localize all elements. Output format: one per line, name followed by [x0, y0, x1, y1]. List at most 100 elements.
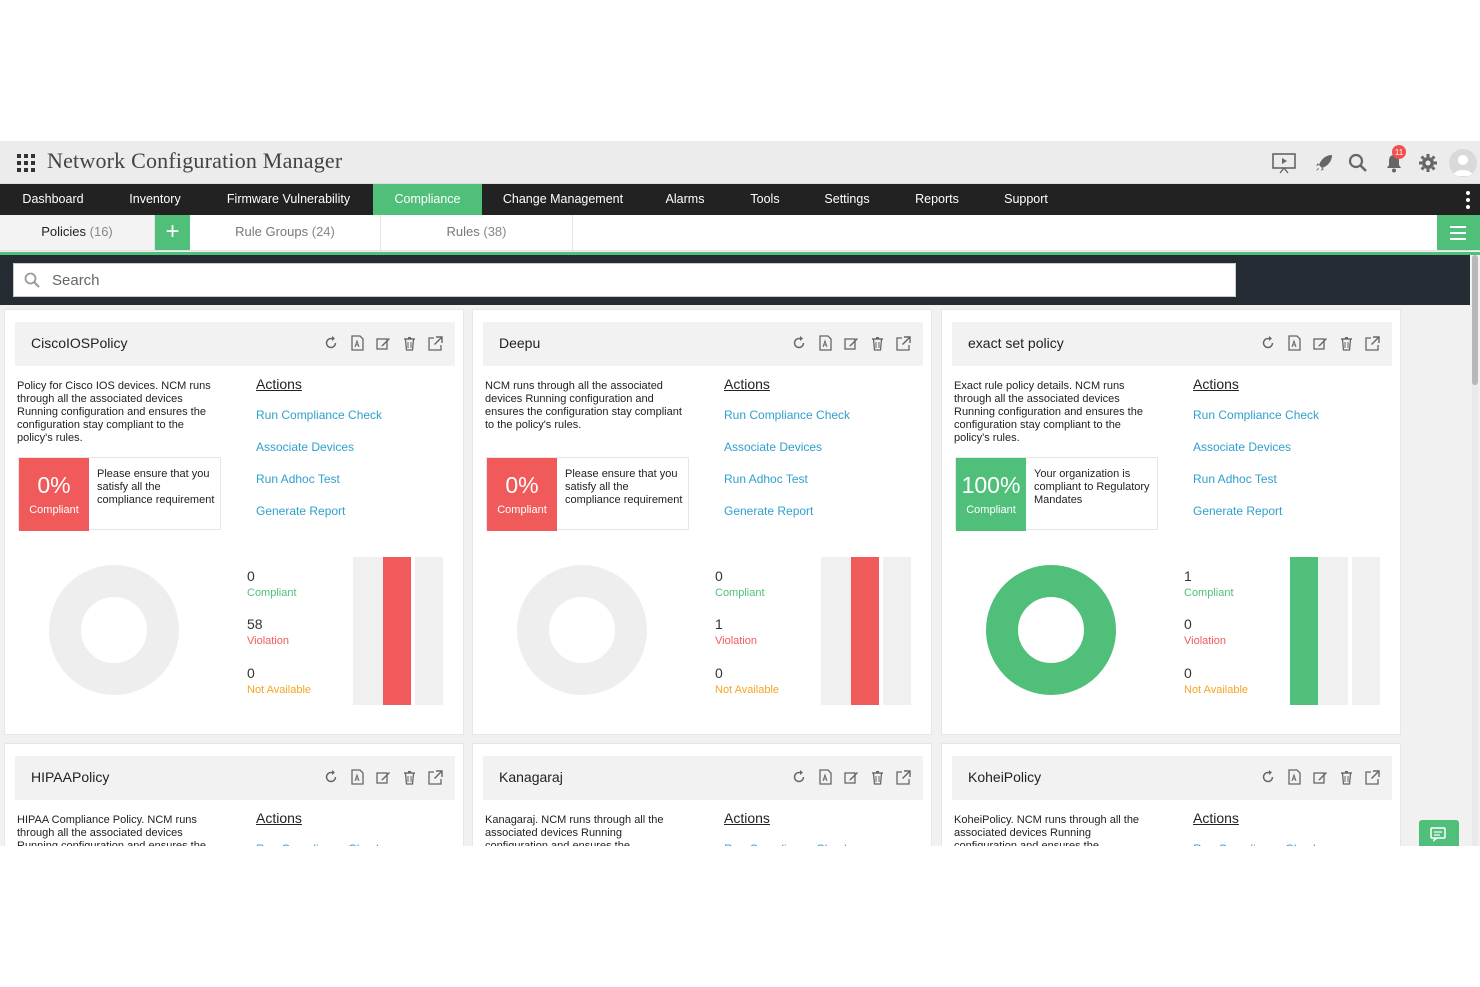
tab-rule-groups-count: (24) [311, 224, 335, 239]
refresh-icon[interactable] [323, 768, 339, 786]
edit-icon[interactable] [375, 334, 391, 352]
gear-icon[interactable] [1416, 151, 1440, 175]
delete-icon[interactable] [869, 768, 885, 786]
app-grid-icon[interactable] [17, 154, 35, 172]
policy-name[interactable]: Kanagaraj [499, 769, 563, 785]
generate-report-link[interactable]: Generate Report [256, 504, 345, 518]
pdf-icon[interactable] [817, 768, 833, 786]
delete-icon[interactable] [1338, 768, 1354, 786]
scrollbar-thumb[interactable] [1472, 255, 1478, 385]
run-compliance-check-link[interactable]: Run Compliance Check [1193, 408, 1319, 422]
run-adhoc-test-link[interactable]: Run Adhoc Test [256, 472, 340, 486]
nav-tools[interactable]: Tools [726, 184, 804, 215]
policy-name[interactable]: KoheiPolicy [968, 769, 1041, 785]
search-icon[interactable] [1346, 151, 1370, 175]
nav-compliance[interactable]: Compliance [373, 184, 482, 215]
open-external-icon[interactable] [895, 768, 911, 786]
refresh-icon[interactable] [1260, 334, 1276, 352]
add-policy-button[interactable]: + [155, 215, 190, 250]
generate-report-link[interactable]: Generate Report [1193, 504, 1282, 518]
pdf-icon[interactable] [1286, 768, 1302, 786]
bell-icon[interactable]: 11 [1382, 145, 1406, 175]
edit-icon[interactable] [843, 768, 859, 786]
hamburger-menu-icon[interactable] [1437, 215, 1480, 250]
app-window: Network Configuration Manager 11 Dashboa… [0, 141, 1480, 846]
compliant-label: Compliant [715, 587, 765, 599]
open-external-icon[interactable] [895, 334, 911, 352]
associate-devices-link[interactable]: Associate Devices [1193, 440, 1291, 454]
delete-icon[interactable] [1338, 334, 1354, 352]
policy-name[interactable]: Deepu [499, 335, 540, 351]
edit-icon[interactable] [843, 334, 859, 352]
edit-icon[interactable] [375, 768, 391, 786]
main-nav: Dashboard Inventory Firmware Vulnerabili… [0, 184, 1480, 215]
compliance-bar-chart [353, 557, 443, 705]
pdf-icon[interactable] [349, 334, 365, 352]
run-adhoc-test-link[interactable]: Run Adhoc Test [1193, 472, 1277, 486]
rocket-icon[interactable] [1312, 151, 1336, 175]
title-bar: Network Configuration Manager 11 [0, 141, 1480, 184]
tab-policies[interactable]: Policies (16) [0, 215, 155, 250]
policy-toolbar [323, 334, 443, 354]
open-external-icon[interactable] [427, 768, 443, 786]
pdf-icon[interactable] [1286, 334, 1302, 352]
refresh-icon[interactable] [323, 334, 339, 352]
page-scrollbar[interactable] [1472, 255, 1478, 846]
nav-dashboard[interactable]: Dashboard [0, 184, 106, 215]
delete-icon[interactable] [401, 334, 417, 352]
search-input[interactable] [52, 264, 1222, 296]
run-compliance-check-link[interactable]: Run Compliance Check [724, 408, 850, 422]
tab-rules-label: Rules [446, 224, 480, 239]
presentation-icon[interactable] [1272, 151, 1296, 175]
tab-rule-groups[interactable]: Rule Groups (24) [190, 215, 381, 250]
compliance-label: Compliant [966, 504, 1016, 516]
associate-devices-link[interactable]: Associate Devices [256, 440, 354, 454]
open-external-icon[interactable] [1364, 768, 1380, 786]
nav-settings[interactable]: Settings [804, 184, 890, 215]
more-menu-icon[interactable] [1466, 191, 1470, 209]
open-external-icon[interactable] [1364, 334, 1380, 352]
policy-name[interactable]: exact set policy [968, 335, 1064, 351]
refresh-icon[interactable] [791, 334, 807, 352]
policy-name[interactable]: HIPAAPolicy [31, 769, 109, 785]
policy-toolbar [1260, 334, 1380, 354]
run-compliance-check-link[interactable]: Run Compliance Check [256, 408, 382, 422]
generate-report-link[interactable]: Generate Report [724, 504, 813, 518]
edit-icon[interactable] [1312, 768, 1328, 786]
compliance-bar-chart [1290, 557, 1380, 705]
violation-count: 1 [715, 616, 723, 632]
policy-description: HIPAA Compliance Policy. NCM runs throug… [17, 814, 206, 846]
open-external-icon[interactable] [427, 334, 443, 352]
chat-icon[interactable] [1419, 820, 1459, 846]
nav-reports[interactable]: Reports [890, 184, 984, 215]
run-compliance-check-link[interactable]: Run Compliance Check [724, 842, 850, 846]
nav-support[interactable]: Support [984, 184, 1068, 215]
compliance-status: 100% Compliant Your organization is comp… [955, 457, 1158, 531]
refresh-icon[interactable] [1260, 768, 1276, 786]
policy-name[interactable]: CiscoIOSPolicy [31, 335, 127, 351]
policy-toolbar [1260, 768, 1380, 788]
edit-icon[interactable] [1312, 334, 1328, 352]
nav-inventory[interactable]: Inventory [106, 184, 204, 215]
run-compliance-check-link[interactable]: Run Compliance Check [1193, 842, 1319, 846]
actions-heading: Actions [1193, 376, 1239, 392]
delete-icon[interactable] [869, 334, 885, 352]
run-adhoc-test-link[interactable]: Run Adhoc Test [724, 472, 808, 486]
compliant-count: 0 [247, 568, 255, 584]
nav-firmware-vulnerability[interactable]: Firmware Vulnerability [204, 184, 373, 215]
run-compliance-check-link[interactable]: Run Compliance Check [256, 842, 382, 846]
delete-icon[interactable] [401, 768, 417, 786]
pdf-icon[interactable] [349, 768, 365, 786]
policy-description: KoheiPolicy. NCM runs through all the as… [954, 814, 1140, 846]
tab-rules[interactable]: Rules (38) [381, 215, 573, 250]
policy-description: Exact rule policy details. NCM runs thro… [954, 380, 1143, 444]
associate-devices-link[interactable]: Associate Devices [724, 440, 822, 454]
user-avatar-icon[interactable] [1449, 149, 1477, 177]
actions-heading: Actions [1193, 810, 1239, 826]
refresh-icon[interactable] [791, 768, 807, 786]
nav-alarms[interactable]: Alarms [644, 184, 726, 215]
nav-change-management[interactable]: Change Management [482, 184, 644, 215]
policy-description: Kanagaraj. NCM runs through all the asso… [485, 814, 664, 846]
pdf-icon[interactable] [817, 334, 833, 352]
compliance-percent: 0% [505, 472, 539, 498]
